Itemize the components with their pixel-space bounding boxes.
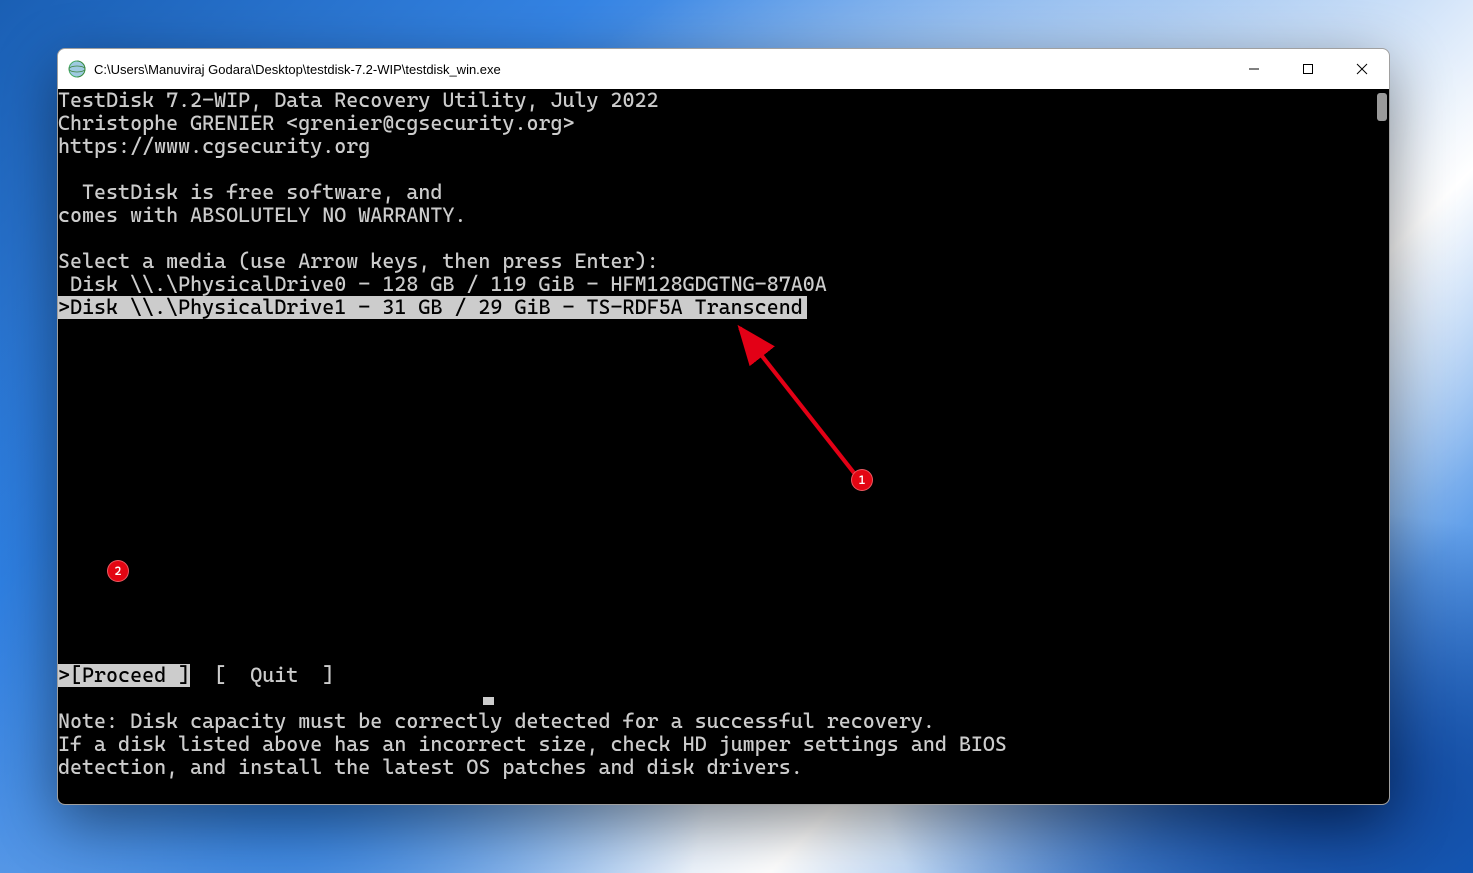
window-title: C:\Users\Manuviraj Godara\Desktop\testdi… — [94, 62, 501, 77]
blank-line — [58, 526, 1389, 549]
blank-line — [58, 388, 1389, 411]
minimize-button[interactable] — [1227, 49, 1281, 89]
free-software-line: TestDisk is free software, and — [58, 181, 1389, 204]
disk-option[interactable]: Disk \\.\PhysicalDrive0 - 128 GB / 119 G… — [58, 272, 831, 296]
blank-line — [58, 641, 1389, 664]
cursor-line — [58, 687, 1389, 710]
blank-line — [58, 227, 1389, 250]
terminal-window: C:\Users\Manuviraj Godara\Desktop\testdi… — [57, 48, 1390, 805]
blank-line — [58, 618, 1389, 641]
disk-option-selected[interactable]: >Disk \\.\PhysicalDrive1 - 31 GB / 29 Gi… — [58, 296, 807, 319]
header-line: https://www.cgsecurity.org — [58, 135, 1389, 158]
blank-line — [58, 480, 1389, 503]
proceed-option[interactable]: >[Proceed ] — [58, 664, 190, 687]
blank-line — [58, 595, 1389, 618]
blank-line — [58, 434, 1389, 457]
titlebar[interactable]: C:\Users\Manuviraj Godara\Desktop\testdi… — [58, 49, 1389, 89]
blank-line — [58, 158, 1389, 181]
menu-row: >[Proceed ] [ Quit ] — [58, 664, 1389, 687]
blank-line — [58, 342, 1389, 365]
blank-line — [58, 365, 1389, 388]
note-line: detection, and install the latest OS pat… — [58, 756, 1389, 779]
app-icon — [68, 60, 86, 78]
note-line: If a disk listed above has an incorrect … — [58, 733, 1389, 756]
note-line: Note: Disk capacity must be correctly de… — [58, 710, 1389, 733]
free-software-line: comes with ABSOLUTELY NO WARRANTY. — [58, 204, 1389, 227]
blank-line — [58, 503, 1389, 526]
cursor-icon — [483, 697, 494, 705]
blank-line — [58, 319, 1389, 342]
select-prompt: Select a media (use Arrow keys, then pre… — [58, 250, 1389, 273]
close-button[interactable] — [1335, 49, 1389, 89]
blank-line — [58, 411, 1389, 434]
scrollbar-thumb[interactable] — [1377, 93, 1387, 121]
terminal-area[interactable]: TestDisk 7.2-WIP, Data Recovery Utility,… — [58, 89, 1389, 804]
maximize-button[interactable] — [1281, 49, 1335, 89]
header-line: TestDisk 7.2-WIP, Data Recovery Utility,… — [58, 89, 1389, 112]
blank-line — [58, 549, 1389, 572]
blank-line — [58, 457, 1389, 480]
blank-line — [58, 572, 1389, 595]
header-line: Christophe GRENIER <grenier@cgsecurity.o… — [58, 112, 1389, 135]
quit-option[interactable]: [ Quit ] — [190, 664, 334, 687]
